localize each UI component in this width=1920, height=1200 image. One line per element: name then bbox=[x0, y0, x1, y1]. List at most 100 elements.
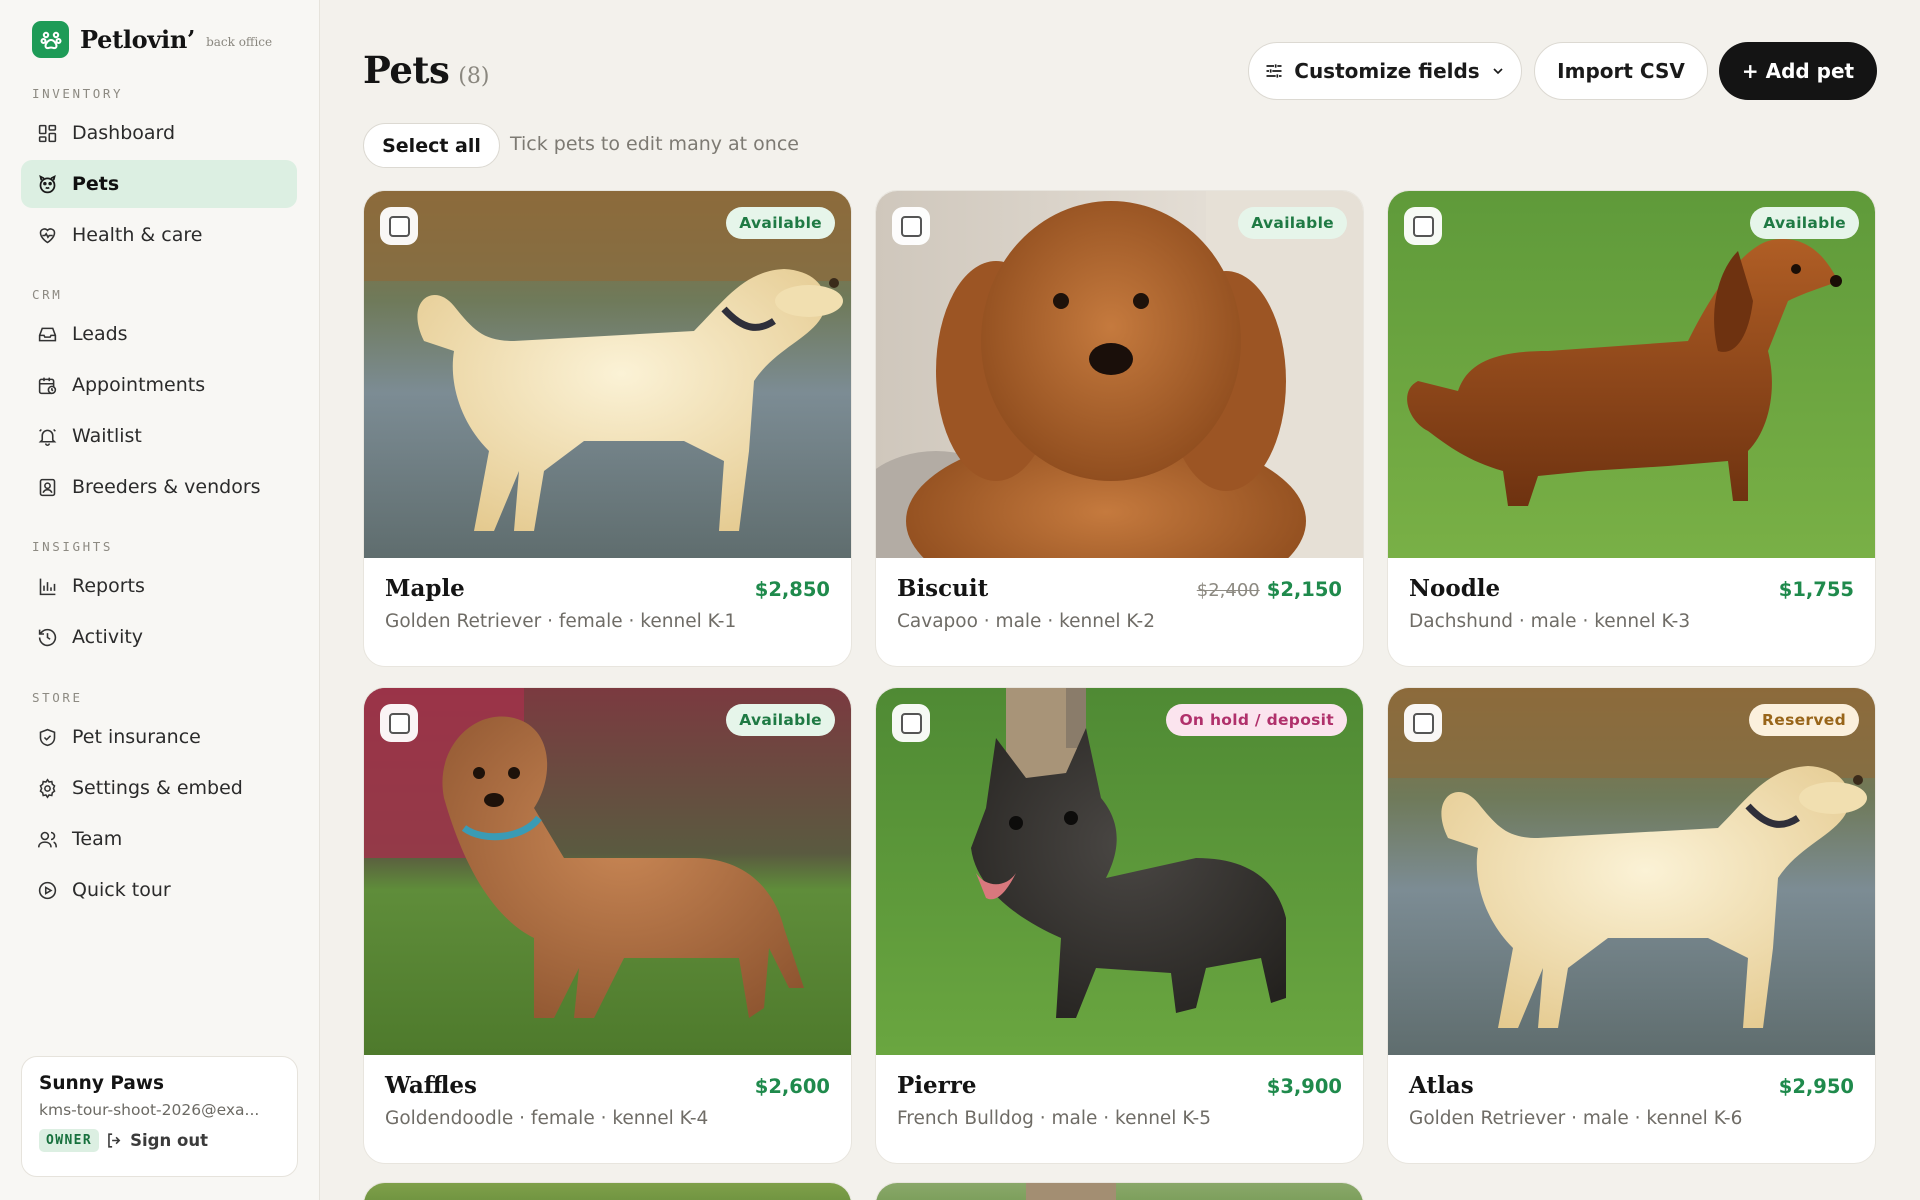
sidebar-item-activity[interactable]: Activity bbox=[21, 613, 297, 661]
section-label-store: STORE bbox=[32, 690, 83, 705]
add-pet-button[interactable]: + Add pet bbox=[1719, 42, 1877, 100]
user-email: kms-tour-shoot-2026@exa... bbox=[39, 1101, 260, 1119]
pet-name: Noodle bbox=[1409, 575, 1501, 602]
import-csv-button[interactable]: Import CSV bbox=[1534, 42, 1708, 100]
heart-pulse-icon bbox=[36, 224, 58, 246]
sidebar-item-quick-tour[interactable]: Quick tour bbox=[21, 866, 297, 914]
pet-select-checkbox[interactable] bbox=[380, 207, 418, 245]
pet-select-checkbox[interactable] bbox=[1404, 207, 1442, 245]
pet-card[interactable]: On hold / deposit Pierre $3,900 French B… bbox=[875, 687, 1364, 1164]
pet-select-checkbox[interactable] bbox=[380, 704, 418, 742]
sidebar-item-label: Activity bbox=[72, 626, 144, 648]
pet-card[interactable]: Available Waffles $2,600 Goldendoodle · … bbox=[363, 687, 852, 1164]
pet-photo-partial bbox=[876, 1183, 1363, 1200]
sign-out-button[interactable]: Sign out bbox=[105, 1131, 208, 1150]
sidebar-item-waitlist[interactable]: Waitlist bbox=[21, 412, 297, 460]
pet-meta: Golden Retriever · female · kennel K-1 bbox=[385, 611, 737, 632]
sidebar-item-team[interactable]: Team bbox=[21, 815, 297, 863]
sidebar-item-appointments[interactable]: Appointments bbox=[21, 361, 297, 409]
pet-price: $1,755 bbox=[1778, 578, 1854, 601]
sidebar-item-label: Dashboard bbox=[72, 122, 176, 144]
sidebar-item-settings[interactable]: Settings & embed bbox=[21, 764, 297, 812]
sidebar-item-label: Settings & embed bbox=[72, 777, 243, 799]
pet-meta: Cavapoo · male · kennel K-2 bbox=[897, 611, 1156, 632]
pet-price: $2,950 bbox=[1778, 1075, 1854, 1098]
paw-icon bbox=[36, 173, 58, 195]
brand-name: Petlovin’ bbox=[80, 25, 196, 54]
pet-meta: Golden Retriever · male · kennel K-6 bbox=[1409, 1108, 1743, 1129]
status-badge: Available bbox=[726, 207, 835, 239]
pet-photo bbox=[364, 688, 851, 1055]
pet-photo bbox=[364, 191, 851, 558]
sidebar-item-label: Appointments bbox=[72, 374, 206, 396]
pet-photo bbox=[876, 688, 1363, 1055]
pet-count: (8) bbox=[458, 64, 490, 89]
user-card: Sunny Paws kms-tour-shoot-2026@exa... OW… bbox=[21, 1056, 298, 1177]
sidebar-item-label: Breeders & vendors bbox=[72, 476, 261, 498]
pet-name: Biscuit bbox=[897, 575, 989, 602]
sidebar-item-label: Quick tour bbox=[72, 879, 171, 901]
sidebar-item-dashboard[interactable]: Dashboard bbox=[21, 109, 297, 157]
bell-icon bbox=[36, 425, 58, 447]
paw-logo-icon bbox=[32, 21, 69, 58]
section-label-crm: CRM bbox=[32, 287, 63, 302]
pet-meta: Goldendoodle · female · kennel K-4 bbox=[385, 1108, 709, 1129]
pet-price: $2,150 bbox=[1266, 578, 1342, 601]
sidebar-item-label: Pet insurance bbox=[72, 726, 201, 748]
sidebar-item-label: Health & care bbox=[72, 224, 203, 246]
pet-name: Maple bbox=[385, 575, 465, 602]
section-label-inventory: INVENTORY bbox=[32, 86, 124, 101]
sidebar-item-pets[interactable]: Pets bbox=[21, 160, 297, 208]
pet-old-price: $2,400 bbox=[1196, 580, 1260, 601]
pet-select-checkbox[interactable] bbox=[1404, 704, 1442, 742]
pet-price: $2,850 bbox=[754, 578, 830, 601]
sidebar-item-label: Team bbox=[72, 828, 123, 850]
pet-photo-partial bbox=[364, 1183, 851, 1200]
pet-card[interactable]: Available Biscuit $2,400 $2,150 Cavapoo … bbox=[875, 190, 1364, 667]
pet-card[interactable]: Available Maple $2,850 Golden Retriever … bbox=[363, 190, 852, 667]
pet-name: Atlas bbox=[1409, 1072, 1474, 1099]
pet-photo bbox=[876, 191, 1363, 558]
sidebar-item-leads[interactable]: Leads bbox=[21, 310, 297, 358]
pet-card[interactable]: Available Noodle $1,755 Dachshund · male… bbox=[1387, 190, 1876, 667]
sidebar-item-reports[interactable]: Reports bbox=[21, 562, 297, 610]
brand-subtitle: back office bbox=[206, 34, 273, 49]
pet-select-checkbox[interactable] bbox=[892, 207, 930, 245]
select-all-button[interactable]: Select all bbox=[363, 123, 500, 168]
pet-card[interactable]: Reserved Atlas $2,950 Golden Retriever ·… bbox=[1387, 687, 1876, 1164]
sidebar-item-label: Reports bbox=[72, 575, 145, 597]
calendar-clock-icon bbox=[36, 374, 58, 396]
history-icon bbox=[36, 626, 58, 648]
pet-name: Pierre bbox=[897, 1072, 977, 1099]
sidebar-item-insurance[interactable]: Pet insurance bbox=[21, 713, 297, 761]
section-label-insights: INSIGHTS bbox=[32, 539, 114, 554]
customize-fields-label: Customize fields bbox=[1294, 59, 1480, 83]
sidebar-item-health[interactable]: Health & care bbox=[21, 211, 297, 259]
status-badge: Available bbox=[1238, 207, 1347, 239]
pet-name: Waffles bbox=[385, 1072, 477, 1099]
pet-select-checkbox[interactable] bbox=[892, 704, 930, 742]
inbox-icon bbox=[36, 323, 58, 345]
play-circle-icon bbox=[36, 879, 58, 901]
status-badge: Available bbox=[1750, 207, 1859, 239]
pet-meta: Dachshund · male · kennel K-3 bbox=[1409, 611, 1691, 632]
users-icon bbox=[36, 828, 58, 850]
sidebar: Petlovin’ back office INVENTORY Dashboar… bbox=[0, 0, 320, 1200]
sign-out-icon bbox=[108, 1133, 121, 1148]
pet-card-partial[interactable] bbox=[363, 1182, 852, 1200]
sidebar-item-breeders[interactable]: Breeders & vendors bbox=[21, 463, 297, 511]
sliders-icon bbox=[1266, 64, 1282, 78]
brand[interactable]: Petlovin’ back office bbox=[32, 21, 272, 58]
customize-fields-button[interactable]: Customize fields bbox=[1248, 42, 1522, 100]
pet-price: $2,600 bbox=[754, 1075, 830, 1098]
sidebar-item-label: Pets bbox=[72, 173, 120, 195]
pet-meta: French Bulldog · male · kennel K-5 bbox=[897, 1108, 1211, 1129]
pet-card-partial[interactable] bbox=[875, 1182, 1364, 1200]
selection-hint: Tick pets to edit many at once bbox=[510, 133, 799, 155]
page-title: Pets (8) bbox=[363, 48, 489, 92]
pet-price: $3,900 bbox=[1266, 1075, 1342, 1098]
grid-icon bbox=[36, 122, 58, 144]
role-badge: OWNER bbox=[39, 1129, 100, 1152]
status-badge: Reserved bbox=[1749, 704, 1859, 736]
user-name: Sunny Paws bbox=[39, 1073, 164, 1094]
